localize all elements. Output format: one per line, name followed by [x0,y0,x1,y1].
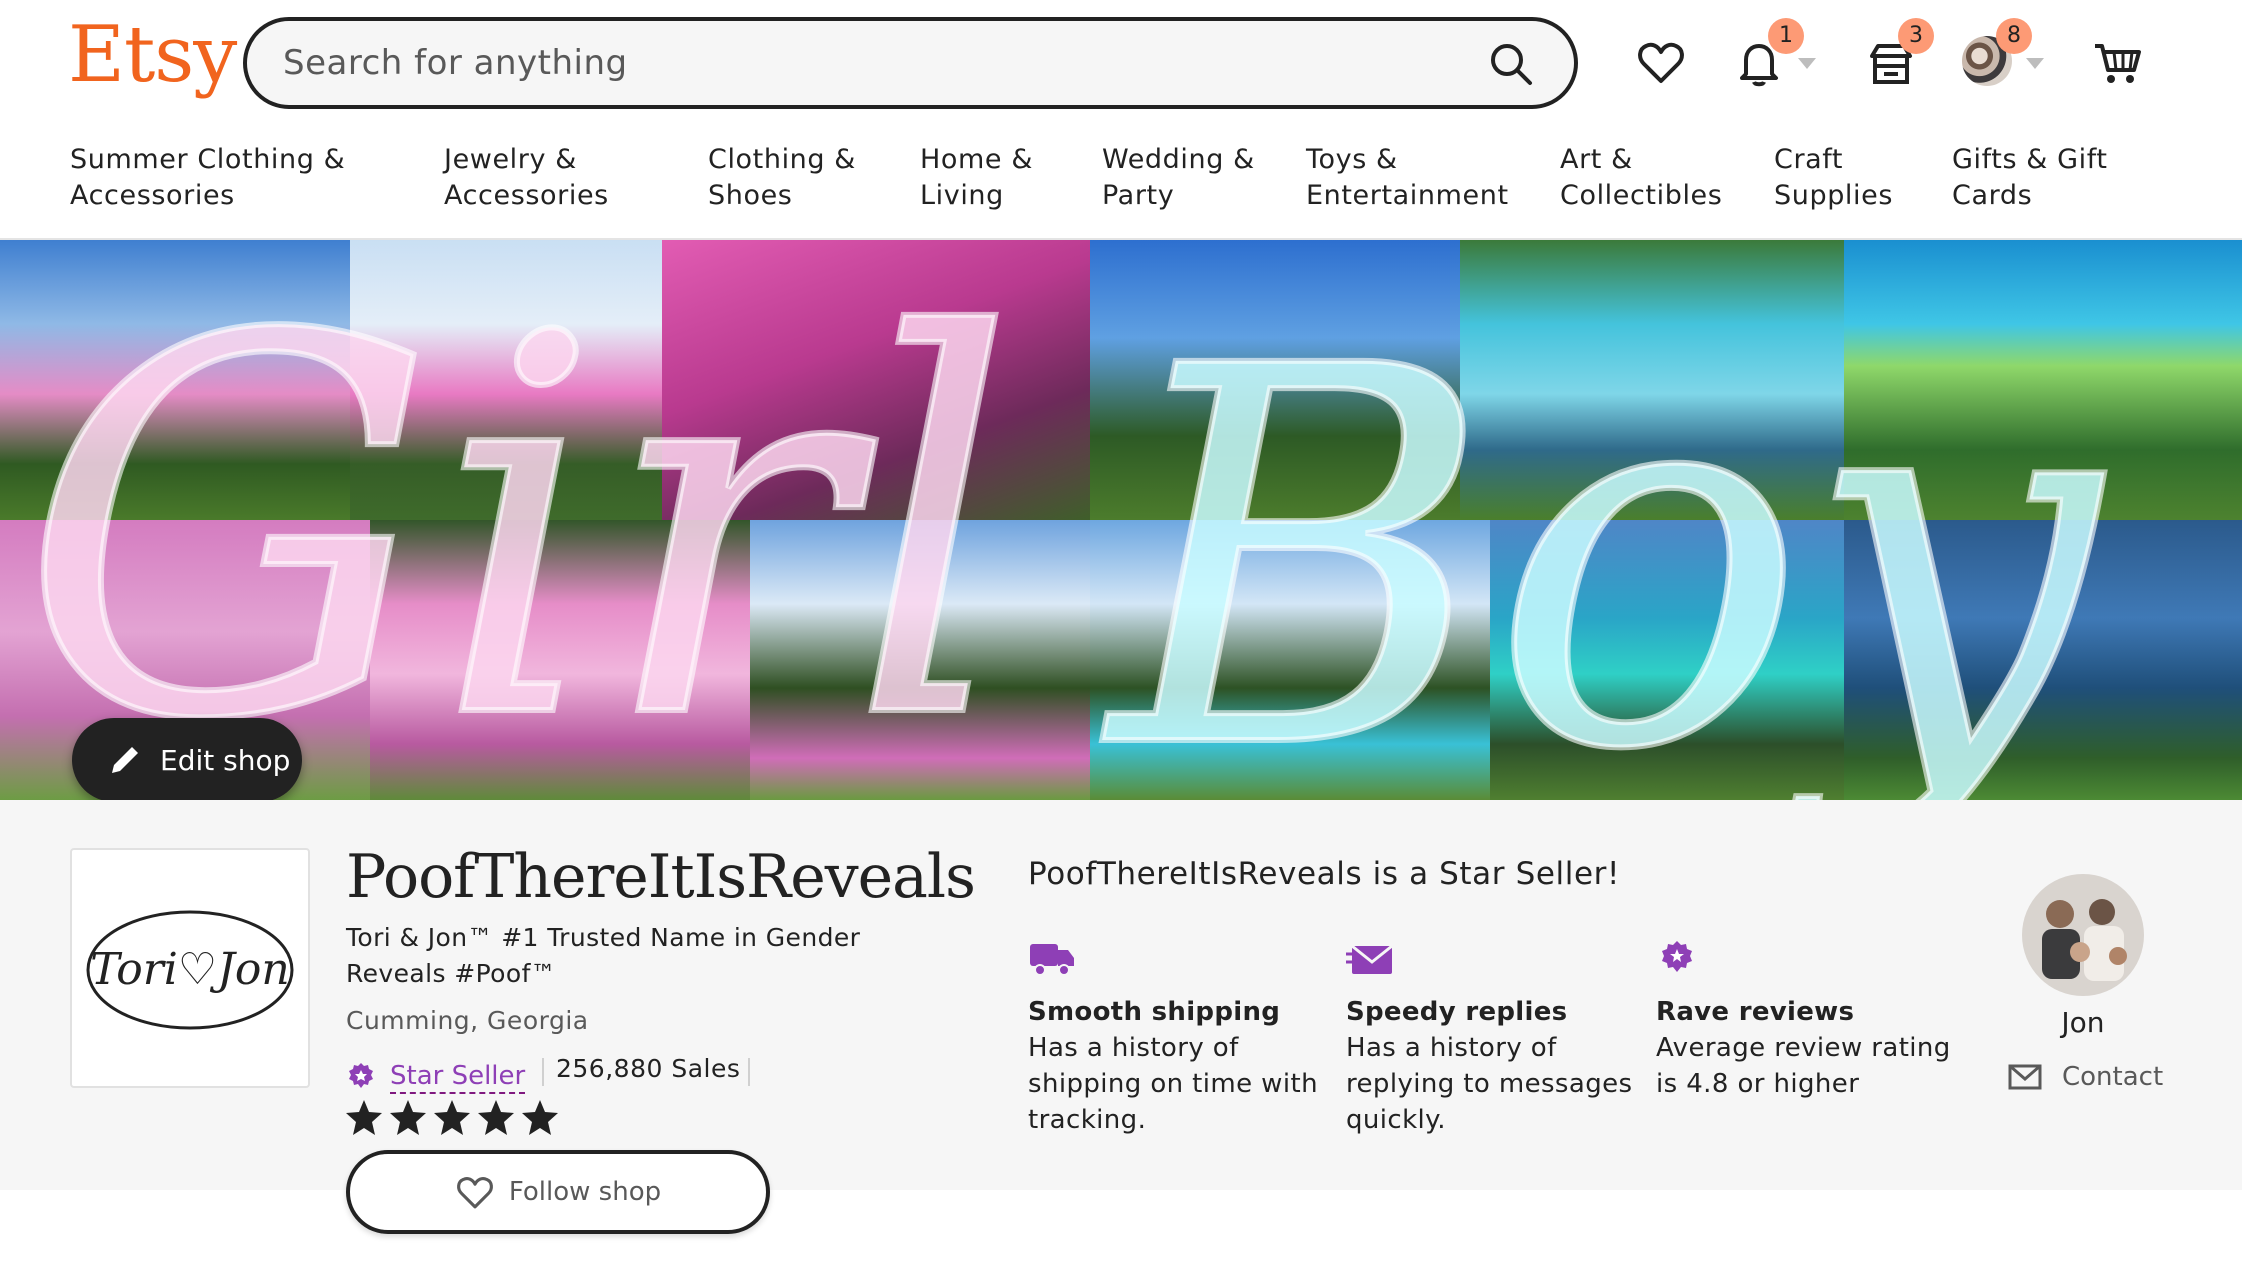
star-seller-label: Star Seller [390,1060,526,1094]
owner-avatar[interactable] [2022,874,2144,996]
chevron-down-icon[interactable] [1798,58,1816,69]
shop-tagline: Tori & Jon™ #1 Trusted Name in Gender Re… [346,923,861,988]
badge-desc: Has a history of replying to messages qu… [1346,1033,1633,1135]
star-icon [434,1100,470,1135]
shop-banner: Girl Boy [0,240,2242,800]
truck-icon [1030,944,1074,976]
badge-desc: Average review rating is 4.8 or higher [1656,1033,1951,1099]
banner-lettering: Girl Boy [17,240,2109,800]
pencil-icon [112,747,138,773]
svg-text:Boy: Boy [1102,257,2106,800]
owner-name[interactable]: Jon [2038,1006,2128,1039]
shop-name: PoofThereItIsReveals [346,842,976,912]
follow-shop-label: Follow shop [508,1177,662,1207]
svg-text:Tori♡Jon: Tori♡Jon [90,944,289,995]
nav-toys-entertainment[interactable]: Toys & Entertainment [1306,142,1509,214]
cart-icon[interactable] [2092,38,2142,88]
speedy-replies-badge: Speedy replies Has a history of replying… [1346,940,1646,1138]
account-badge: 8 [1996,18,2032,54]
star-icon [390,1100,426,1135]
nav-home-living[interactable]: Home & Living [920,142,1033,214]
badge-title: Smooth shipping [1028,997,1281,1027]
account-chevron-down-icon[interactable] [2026,58,2044,69]
site-header: Etsy Search for anything 1 3 8 Summer Cl… [0,0,2242,240]
owner-photo [2022,874,2144,996]
badge-title: Rave reviews [1656,997,1855,1027]
search-placeholder: Search for anything [283,43,628,83]
nav-wedding-party[interactable]: Wedding & Party [1102,142,1255,214]
heart-icon[interactable] [1636,38,1686,88]
heart-icon [456,1177,493,1209]
search-icon[interactable] [1488,41,1534,87]
etsy-logo[interactable]: Etsy [68,10,237,100]
edit-shop-label: Edit shop [160,743,291,777]
contact-link[interactable]: Contact [2008,1062,2163,1092]
contact-label: Contact [2062,1062,2164,1092]
star-seller-link[interactable]: Star Seller [346,1060,526,1094]
svg-text:Girl: Girl [20,240,1017,800]
rating-stars[interactable] [344,1098,560,1138]
shop-logo[interactable]: Tori♡Jon [70,848,310,1088]
mail-icon [2008,1064,2042,1090]
star-seller-icon [349,1063,373,1088]
message-icon [1346,944,1393,974]
star-icon [478,1100,514,1135]
shop-manager-badge: 3 [1898,18,1934,54]
rave-reviews-badge: Rave reviews Average review rating is 4.… [1656,940,1956,1102]
nav-gifts[interactable]: Gifts & Gift Cards [1952,142,2108,214]
follow-shop-button[interactable]: Follow shop [346,1150,770,1234]
badge-desc: Has a history of shipping on time with t… [1028,1033,1318,1135]
sales-count: 256,880 Sales [556,1054,741,1083]
category-nav: Summer Clothing & Accessories Jewelry & Ac… [70,142,2190,222]
star-icon [346,1100,382,1135]
nav-clothing-shoes[interactable]: Clothing & Shoes [708,142,856,214]
star-seller-headline: PoofThereItIsReveals is a Star Seller! [1028,856,1620,892]
star-icon [522,1100,558,1135]
notifications-badge: 1 [1768,18,1804,54]
badge-title: Speedy replies [1346,997,1568,1027]
nav-jewelry[interactable]: Jewelry & Accessories [444,142,609,214]
nav-summer-clothing[interactable]: Summer Clothing & Accessories [70,142,345,214]
smooth-shipping-badge: Smooth shipping Has a history of shippin… [1028,940,1328,1138]
divider [748,1058,750,1086]
shop-location: Cumming, Georgia [346,1006,589,1035]
shop-logo-image: Tori♡Jon [86,910,294,1030]
nav-art-collectibles[interactable]: Art & Collectibles [1560,142,1722,214]
nav-craft-supplies[interactable]: Craft Supplies [1774,142,1893,214]
edit-shop-button[interactable]: Edit shop [72,718,302,802]
star-badge-icon [1662,941,1692,972]
search-input[interactable]: Search for anything [243,17,1578,109]
divider [542,1058,544,1086]
